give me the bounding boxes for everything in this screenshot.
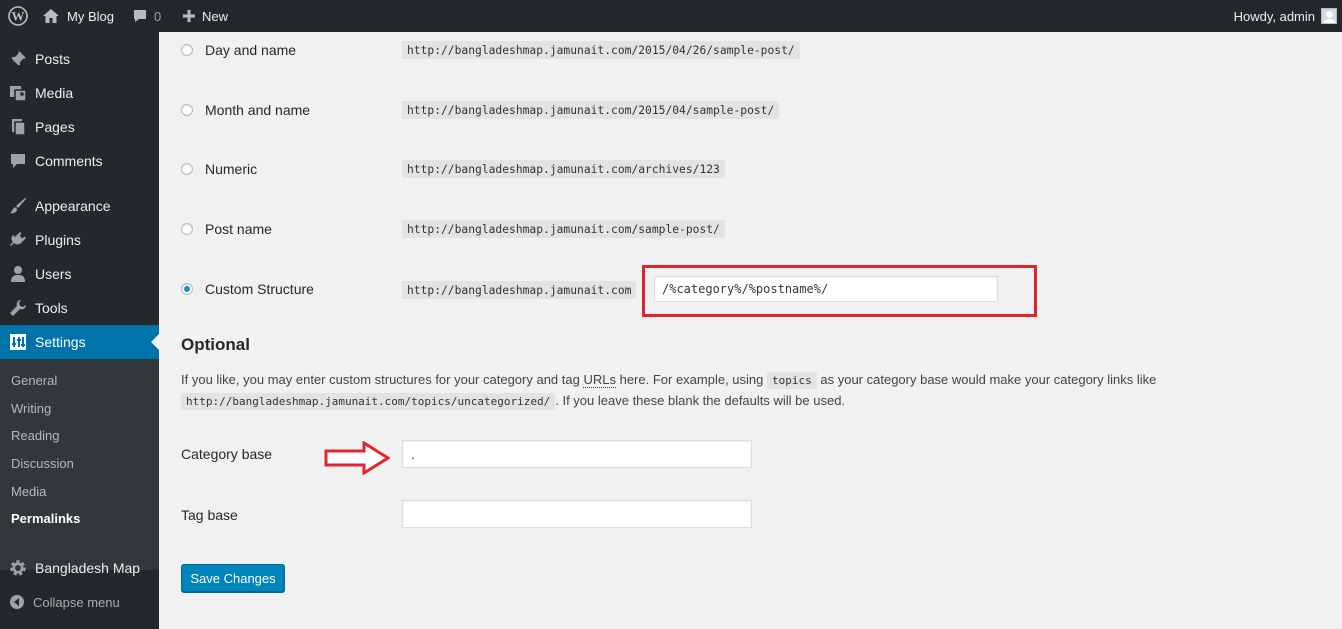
save-changes-button[interactable]: Save Changes — [181, 564, 285, 592]
sidebar-item-users[interactable]: Users — [0, 257, 159, 291]
sidebar-item-label: Pages — [35, 119, 75, 135]
gear-icon — [9, 560, 26, 576]
site-name: My Blog — [67, 8, 114, 24]
pages-icon — [11, 119, 26, 136]
submenu-permalinks[interactable]: Permalinks — [11, 511, 80, 526]
new-content-link[interactable]: New — [182, 0, 228, 32]
comment-icon — [10, 154, 25, 168]
highlight-box — [642, 265, 1037, 317]
avatar — [1321, 8, 1337, 24]
admin-bar: W My Blog 0 New Howdy, admin — [0, 0, 1342, 32]
sidebar-item-label: Settings — [35, 334, 86, 350]
category-base-input[interactable]: . — [402, 440, 752, 468]
settings-icon — [9, 334, 26, 350]
permalink-option-custom: Custom Structure — [181, 277, 314, 301]
submenu-reading[interactable]: Reading — [11, 428, 59, 443]
sidebar-item-label: Users — [35, 266, 72, 282]
comments-link[interactable]: 0 — [132, 0, 161, 32]
urls-abbr: URLs — [583, 372, 616, 388]
comment-bubble-icon — [134, 10, 146, 22]
radio-month-name[interactable] — [181, 104, 193, 116]
sidebar-item-posts[interactable]: Posts — [0, 42, 159, 76]
permalink-option-day-name: Day and name — [181, 38, 296, 62]
sidebar-item-pages[interactable]: Pages — [0, 110, 159, 144]
permalink-settings-content: Day and name http://bangladeshmap.jamuna… — [159, 32, 1342, 629]
desc-code-url: http://bangladeshmap.jamunait.com/topics… — [181, 393, 556, 410]
sidebar-item-label: Plugins — [35, 232, 81, 248]
optional-heading: Optional — [181, 335, 250, 354]
desc-code: topics — [767, 372, 817, 389]
sidebar-item-plugins[interactable]: Plugins — [0, 223, 159, 257]
option-label: Numeric — [205, 161, 258, 177]
radio-post-name[interactable] — [181, 223, 193, 235]
permalink-option-numeric: Numeric — [181, 157, 257, 181]
submenu-media[interactable]: Media — [11, 484, 46, 499]
sidebar-item-comments[interactable]: Comments — [0, 144, 159, 178]
sidebar-item-media[interactable]: Media — [0, 76, 159, 110]
sidebar-item-appearance[interactable]: Appearance — [0, 189, 159, 223]
wordpress-logo-icon[interactable]: W — [5, 0, 31, 32]
desc-text: If you like, you may enter custom struct… — [181, 372, 584, 387]
plus-icon — [183, 10, 195, 22]
sidebar-item-label: Posts — [35, 51, 71, 67]
example-url: http://bangladeshmap.jamunait.com/sample… — [402, 220, 725, 238]
sidebar-item-label: Media — [35, 85, 74, 101]
submenu-discussion[interactable]: Discussion — [11, 456, 74, 471]
option-label: Post name — [205, 221, 272, 237]
sidebar-item-label: Appearance — [35, 198, 111, 214]
collapse-arrow-icon — [9, 595, 24, 609]
option-label: Day and name — [205, 42, 297, 58]
home-icon — [43, 9, 59, 23]
sidebar-item-label: Comments — [35, 153, 103, 169]
category-base-label: Category base — [181, 446, 273, 462]
plugin-icon — [9, 232, 26, 246]
example-url: http://bangladeshmap.jamunait.com/2015/0… — [402, 41, 800, 59]
permalink-option-month-name: Month and name — [181, 98, 310, 122]
example-url: http://bangladeshmap.jamunait.com/archiv… — [402, 160, 725, 178]
wrench-icon — [9, 300, 26, 316]
brush-icon — [9, 198, 26, 214]
tag-base-input[interactable] — [402, 500, 752, 528]
admin-sidebar: Posts Media Pages Comments Appearance Pl… — [0, 32, 159, 629]
submenu-general[interactable]: General — [11, 373, 57, 388]
option-label: Month and name — [205, 102, 311, 118]
red-arrow-icon — [324, 441, 390, 475]
media-icon — [9, 86, 27, 102]
example-url-base: http://bangladeshmap.jamunait.com — [402, 281, 637, 299]
howdy-text: Howdy, admin — [1233, 8, 1315, 24]
tag-base-label: Tag base — [181, 507, 238, 523]
new-label: New — [202, 8, 229, 24]
radio-custom-structure[interactable] — [181, 283, 193, 295]
option-label: Custom Structure — [205, 281, 314, 297]
sidebar-item-tools[interactable]: Tools — [0, 291, 159, 325]
user-icon — [10, 266, 25, 282]
sidebar-item-settings[interactable]: Settings — [0, 325, 159, 359]
svg-text:W: W — [12, 9, 25, 24]
pin-icon — [10, 51, 26, 66]
account-menu[interactable]: Howdy, admin — [1234, 0, 1337, 32]
desc-text: . If you leave these blank the defaults … — [555, 393, 846, 408]
site-name-link[interactable]: My Blog — [42, 0, 114, 32]
collapse-menu-label: Collapse menu — [33, 594, 120, 610]
desc-text: as your category base would make your ca… — [816, 372, 1157, 387]
sidebar-item-label: Bangladesh Map — [35, 560, 141, 576]
example-url: http://bangladeshmap.jamunait.com/2015/0… — [402, 101, 780, 119]
radio-day-name[interactable] — [181, 44, 193, 56]
sidebar-item-label: Tools — [35, 300, 68, 316]
optional-description: If you like, you may enter custom struct… — [181, 370, 1261, 412]
desc-text: here. For example, using — [615, 372, 768, 387]
permalink-option-post-name: Post name — [181, 217, 272, 241]
sidebar-item-bangladesh-map[interactable]: Bangladesh Map — [0, 551, 159, 585]
radio-numeric[interactable] — [181, 163, 193, 175]
submenu-writing[interactable]: Writing — [11, 401, 51, 416]
collapse-menu-button[interactable]: Collapse menu — [0, 592, 159, 612]
comments-count: 0 — [154, 8, 162, 24]
